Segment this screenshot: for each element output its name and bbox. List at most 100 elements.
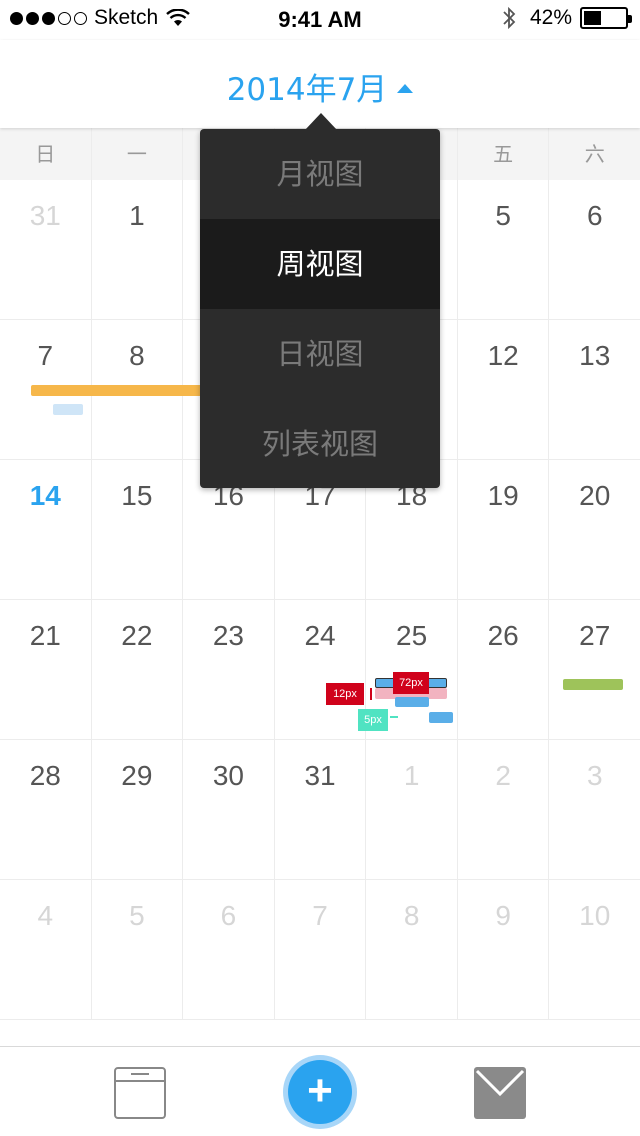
- day-number: 30: [212, 760, 245, 791]
- day-cell-today[interactable]: 14: [0, 460, 92, 599]
- day-number: 28: [29, 760, 61, 791]
- calendar-icon-line: [116, 1080, 164, 1082]
- day-cell[interactable]: 1: [92, 180, 184, 319]
- measure-line: [370, 688, 372, 700]
- status-bar: Sketch 9:41 AM 42%: [0, 0, 640, 40]
- week-row: 21 22 23 24 25 26 27: [0, 600, 640, 740]
- calendar-icon[interactable]: [114, 1067, 166, 1119]
- day-cell[interactable]: 12: [458, 320, 550, 459]
- day-number: 19: [487, 480, 519, 511]
- event-bar-light-blue[interactable]: [53, 404, 83, 415]
- battery-tip: [628, 15, 632, 23]
- menu-item-list-view[interactable]: 列表视图: [200, 399, 440, 488]
- day-number: 14: [29, 480, 61, 511]
- day-cell[interactable]: 5: [458, 180, 550, 319]
- day-number: 6: [220, 900, 237, 931]
- day-cell[interactable]: 29: [92, 740, 184, 879]
- day-cell[interactable]: 13: [549, 320, 640, 459]
- day-cell[interactable]: 15: [92, 460, 184, 599]
- bluetooth-icon: [503, 6, 516, 30]
- week-row: 28 29 30 31 1 2 3: [0, 740, 640, 880]
- day-number: 9: [495, 900, 511, 931]
- day-cell[interactable]: 5: [92, 880, 184, 1019]
- status-right: 42%: [502, 6, 632, 30]
- menu-item-week-view[interactable]: 周视图: [200, 219, 440, 309]
- day-number: 1: [129, 200, 145, 231]
- day-cell[interactable]: 22: [92, 600, 184, 739]
- day-cell[interactable]: 3: [549, 740, 640, 879]
- day-number: 5: [129, 900, 145, 931]
- day-cell[interactable]: 19: [458, 460, 550, 599]
- day-number: 21: [29, 620, 61, 651]
- day-cell[interactable]: 21: [0, 600, 92, 739]
- day-number: 7: [37, 340, 54, 371]
- day-cell[interactable]: 4: [0, 880, 92, 1019]
- day-number: 8: [403, 900, 420, 931]
- day-cell[interactable]: 7: [275, 880, 367, 1019]
- day-number: 4: [37, 900, 54, 931]
- event-bar-green[interactable]: [563, 679, 623, 690]
- day-cell[interactable]: 20: [549, 460, 640, 599]
- view-dropdown: 月视图 周视图 日视图 列表视图: [200, 129, 440, 488]
- tab-bar: +: [0, 1046, 640, 1136]
- caret-up-icon[interactable]: [397, 84, 414, 93]
- day-cell[interactable]: 27: [549, 600, 640, 739]
- day-cell[interactable]: 31: [0, 180, 92, 319]
- menu-item-day-view[interactable]: 日视图: [200, 309, 440, 399]
- event-bar-blue-2[interactable]: [395, 697, 429, 707]
- day-number: 26: [487, 620, 519, 651]
- day-cell[interactable]: 23: [183, 600, 275, 739]
- event-bar-blue-3[interactable]: [429, 712, 453, 723]
- mail-icon[interactable]: [474, 1067, 526, 1119]
- month-selector[interactable]: 2014年7月: [0, 64, 640, 109]
- day-cell[interactable]: 24: [275, 600, 367, 739]
- day-number: 15: [121, 480, 153, 511]
- weekday-label: 五: [458, 128, 550, 180]
- measure-label: 5px: [358, 709, 388, 731]
- weekday-label: 日: [0, 128, 92, 180]
- day-cell[interactable]: 26: [458, 600, 550, 739]
- day-cell[interactable]: 30: [183, 740, 275, 879]
- week-row: 4 5 6 7 8 9 10: [0, 880, 640, 1020]
- day-number: 27: [579, 620, 611, 651]
- dropdown-arrow: [305, 113, 337, 130]
- day-number: 12: [487, 340, 519, 371]
- day-cell[interactable]: 8: [366, 880, 458, 1019]
- day-number: 1: [403, 760, 420, 791]
- add-button[interactable]: +: [288, 1060, 352, 1124]
- measure-line: [390, 716, 398, 718]
- day-number: 7: [312, 900, 328, 931]
- day-number: 6: [586, 200, 603, 231]
- weekday-label: 六: [584, 142, 605, 166]
- battery-icon: [580, 7, 632, 29]
- day-number: 2: [495, 760, 511, 791]
- day-cell[interactable]: 9: [458, 880, 550, 1019]
- day-number: 29: [121, 760, 153, 791]
- battery-percent: 42%: [529, 6, 572, 29]
- day-number: 10: [579, 900, 611, 931]
- day-cell[interactable]: 1: [366, 740, 458, 879]
- day-number: 3: [586, 760, 603, 791]
- day-number: 20: [579, 480, 611, 511]
- day-cell[interactable]: 28: [0, 740, 92, 879]
- day-number: 24: [304, 620, 336, 651]
- day-number: 5: [495, 200, 511, 231]
- day-number: 31: [29, 200, 61, 231]
- menu-item-month-view[interactable]: 月视图: [200, 129, 440, 219]
- day-cell[interactable]: 2: [458, 740, 550, 879]
- day-cell[interactable]: 6: [549, 180, 640, 319]
- day-cell[interactable]: 10: [549, 880, 640, 1019]
- day-number: 13: [579, 340, 611, 371]
- day-cell[interactable]: 6: [183, 880, 275, 1019]
- day-number: 25: [396, 620, 428, 651]
- measure-label: 72px: [393, 672, 429, 694]
- weekday-label: 一: [92, 128, 184, 180]
- plus-icon: +: [307, 1066, 333, 1115]
- day-number: 31: [304, 760, 336, 791]
- battery-fill: [584, 11, 601, 25]
- day-number: 8: [129, 340, 145, 371]
- day-cell[interactable]: 31: [275, 740, 367, 879]
- day-number: 23: [212, 620, 245, 651]
- month-title[interactable]: 2014年7月: [227, 64, 388, 109]
- day-number: 22: [121, 620, 153, 651]
